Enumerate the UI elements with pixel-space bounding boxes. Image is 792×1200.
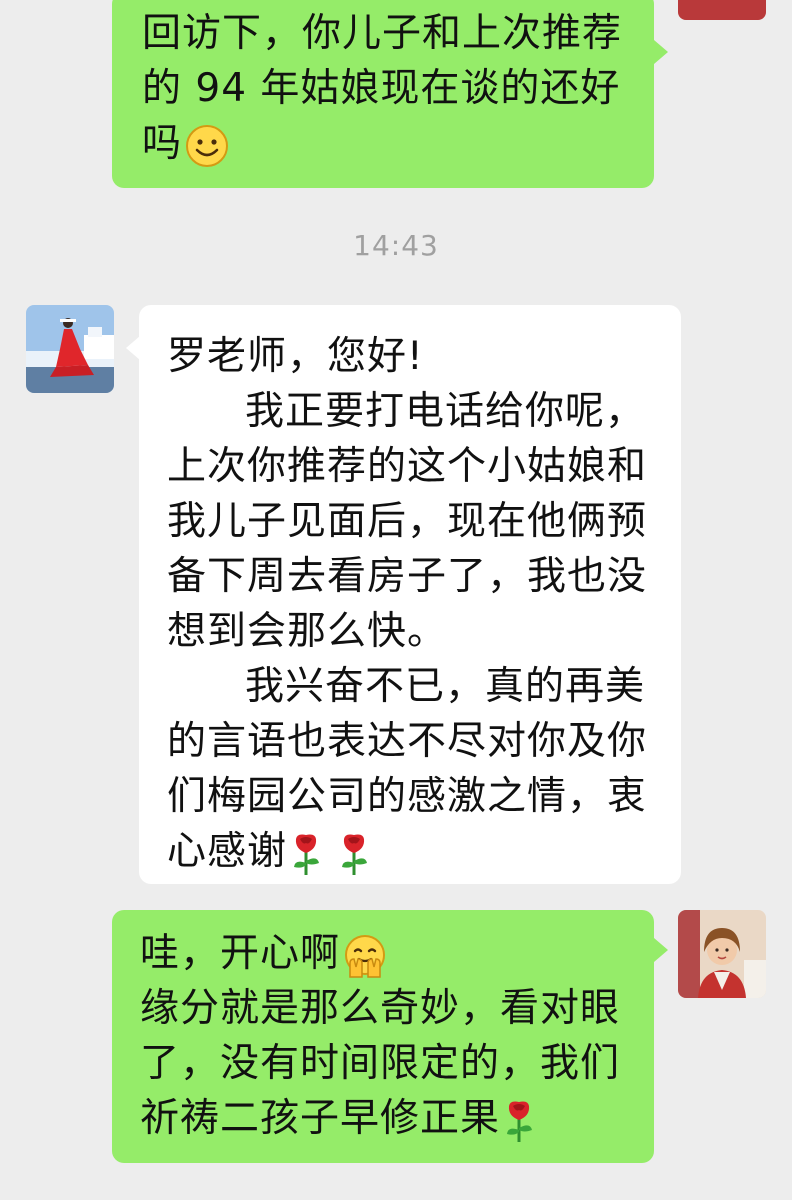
message-line: 的言语也表达不尽对你及你 — [167, 719, 648, 764]
message-line: 缘分就是那么奇妙，看对眼 — [140, 986, 621, 1031]
message-line: 心感谢 — [167, 829, 288, 874]
message-line: 我儿子见面后，现在他俩预 — [167, 499, 648, 544]
contact-avatar[interactable] — [26, 305, 114, 393]
bubble-tail — [126, 336, 140, 360]
message-bubble-sent[interactable]: 回访下，你儿子和上次推荐 的 94 年姑娘现在谈的还好 吗 — [112, 0, 654, 188]
message-line: 回访下，你儿子和上次推荐 — [142, 11, 623, 56]
message-line: 想到会那么快。 — [167, 609, 448, 654]
message-timestamp: 14:43 — [353, 229, 439, 262]
message-line: 备下周去看房子了，我也没 — [167, 554, 648, 599]
message-bubble-received[interactable]: 罗老师，您好! 我正要打电话给你呢， 上次你推荐的这个小姑娘和 我儿子见面后，现… — [139, 305, 681, 884]
rose-icon — [289, 831, 323, 877]
rose-icon — [502, 1098, 536, 1144]
rose-icon — [337, 831, 371, 877]
message-line: 我正要打电话给你呢， — [245, 389, 646, 434]
message-line: 哇，开心啊 — [140, 931, 341, 976]
message-line: 我兴奋不已，真的再美 — [245, 664, 646, 709]
message-line: 们梅园公司的感激之情，衷 — [167, 774, 648, 819]
message-line: 吗 — [142, 121, 183, 166]
message-line: 祈祷二孩子早修正果 — [140, 1096, 501, 1141]
message-line: 罗老师，您好! — [167, 334, 424, 379]
message-line: 了，没有时间限定的，我们 — [140, 1041, 621, 1086]
message-line: 的 94 年姑娘现在谈的还好 — [142, 66, 621, 111]
message-bubble-sent[interactable]: 哇，开心啊 缘分就是那么奇妙，看对眼 了，没有时间限定的，我们 祈祷二孩子早修正… — [112, 910, 654, 1163]
facepalm-icon — [342, 933, 388, 979]
my-avatar[interactable] — [678, 910, 766, 998]
bubble-tail — [654, 938, 668, 962]
message-line: 上次你推荐的这个小姑娘和 — [167, 444, 648, 489]
smile-icon — [184, 123, 230, 169]
my-avatar[interactable] — [678, 0, 766, 20]
bubble-tail — [654, 40, 668, 64]
